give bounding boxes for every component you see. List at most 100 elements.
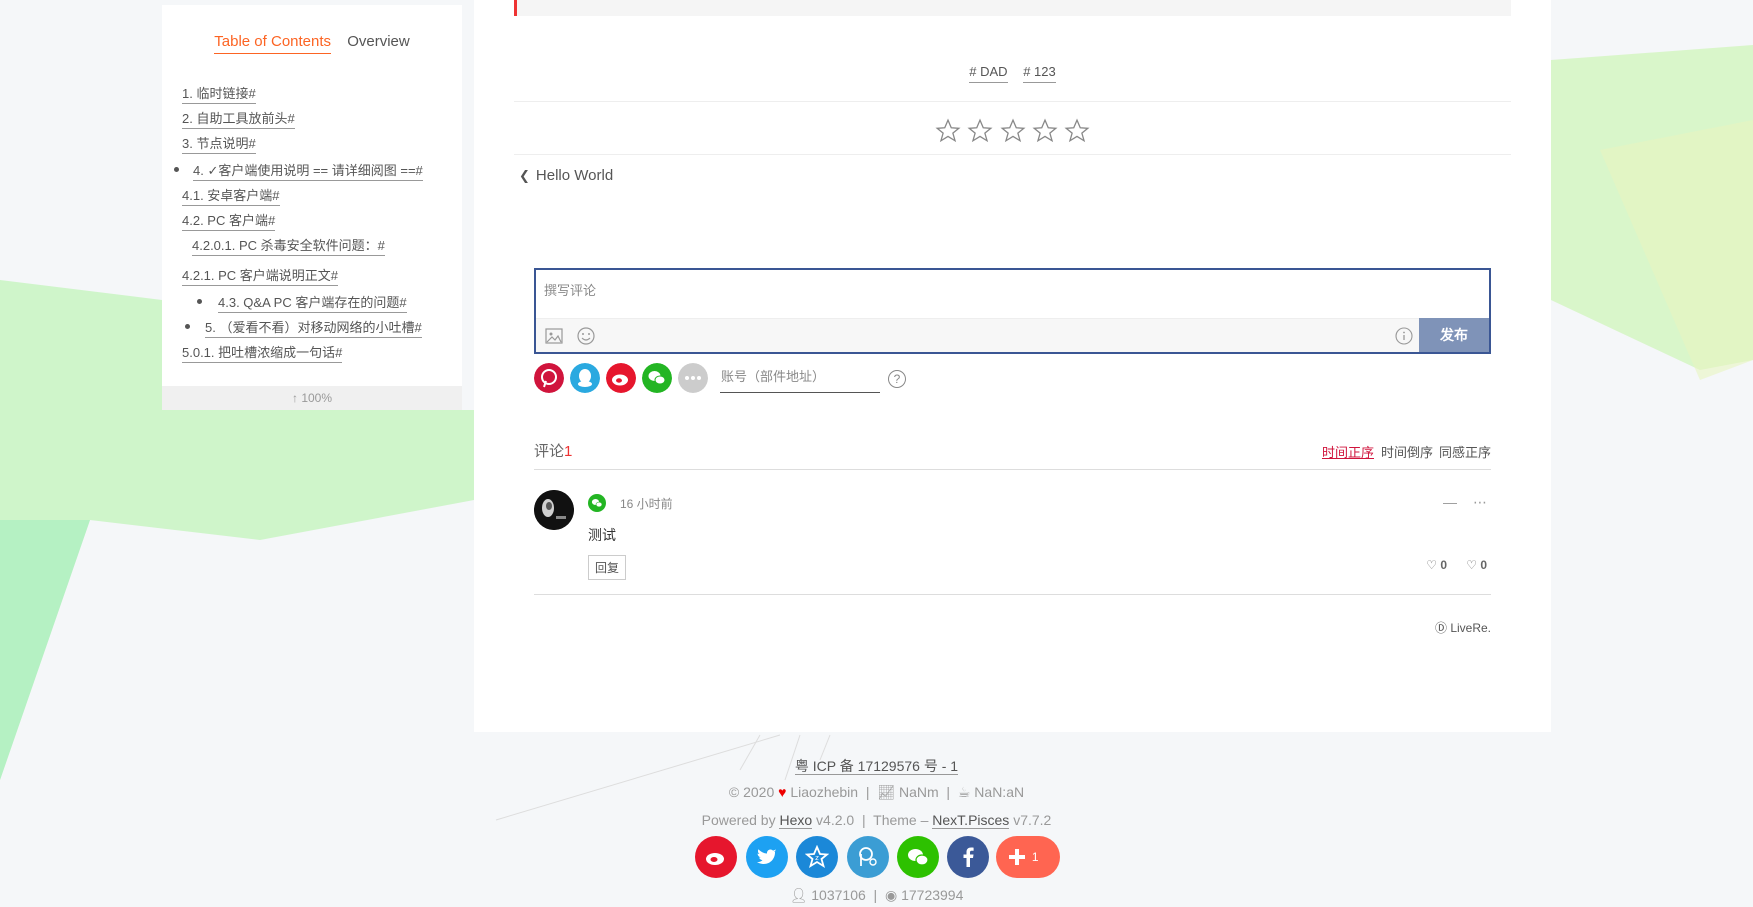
comment-input[interactable]: 撰写评论 [544, 280, 596, 299]
toc-item[interactable]: 3. 节点说明# [182, 133, 256, 154]
comment-item: 16 小时前 测试 回复 — ⋯ ♡ 0 ♡ 0 [534, 490, 1491, 595]
heart-icon: ♥ [778, 784, 787, 800]
toc-item[interactable]: 4.2.0.1. PC 杀毒安全软件问题：# [192, 235, 385, 256]
info-icon[interactable] [1395, 327, 1413, 345]
footer-stats: 👤︎ 1037106 | ◉ 17723994 [789, 887, 964, 903]
star-icon[interactable] [999, 118, 1026, 144]
livere-link[interactable]: Ⓓ LiveRe. [1435, 619, 1491, 636]
avatar[interactable] [534, 490, 574, 530]
toc-item[interactable]: 4.1. 安卓客户端# [182, 185, 280, 206]
comments-header: 评论1 时间正序 时间倒序 同感正序 [534, 440, 1491, 470]
account-input[interactable]: 账号（部件地址） [720, 367, 880, 393]
star-icon[interactable] [935, 118, 961, 144]
weibo-login-icon[interactable] [606, 363, 636, 393]
publish-button[interactable]: 发布 [1419, 318, 1489, 352]
bullet-icon [185, 324, 190, 329]
toc-item[interactable]: 5. （爱看不看）对移动网络的小吐槽# [205, 317, 422, 338]
tab-table-of-contents[interactable]: Table of Contents [214, 33, 332, 54]
footer-copyright: © 2020 ♥ Liaozhebin | 📈︎ NaNm | ☕︎ NaN:a… [728, 784, 1025, 800]
toc-item[interactable]: 1. 临时链接# [182, 83, 256, 104]
weibo-share-button[interactable] [695, 836, 738, 878]
tag-link[interactable]: # 123 [1023, 64, 1056, 83]
livere-icon: Ⓓ [1434, 621, 1447, 635]
copyright: © 2020 [728, 784, 775, 800]
twitter-share-button[interactable] [745, 836, 788, 878]
star-icon[interactable] [1064, 118, 1090, 144]
prev-post-link[interactable]: ❮ Hello World [519, 167, 613, 184]
qzone-icon: z [805, 845, 830, 868]
bullet-icon [197, 299, 202, 304]
sort-time-asc[interactable]: 时间正序 [1322, 442, 1374, 461]
twitter-icon [756, 849, 777, 864]
toc-item[interactable]: 4. ✓客户端使用说明 == 请详细阅图 ==# [193, 160, 423, 181]
wechat-login-icon[interactable] [642, 363, 672, 393]
hexo-link[interactable]: Hexo [779, 812, 813, 829]
author-name: Liaozhebin [790, 784, 859, 800]
toc-item[interactable]: 2. 自助工具放前头# [182, 108, 295, 129]
icp-link[interactable]: 粤 ICP 备 17129576 号 - 1 [794, 758, 959, 775]
divider [514, 154, 1511, 155]
comments-label: 评论 [534, 443, 565, 460]
post-bottom-bar [514, 0, 1511, 16]
wechat-share-button[interactable] [896, 836, 939, 878]
collapse-icon[interactable]: — [1443, 494, 1457, 510]
qzone-share-button[interactable]: z [796, 836, 839, 878]
comments-count: 1 [564, 443, 573, 460]
bullet-icon [174, 167, 179, 172]
star-icon[interactable] [967, 118, 993, 144]
theme-link[interactable]: NexT.Pisces [932, 812, 1010, 829]
heart-outline-icon: ♡ [1426, 558, 1437, 572]
like-button[interactable]: ♡ 0 [1426, 558, 1447, 572]
sort-likes[interactable]: 同感正序 [1439, 442, 1491, 461]
comment-editor: 撰写评论 发布 [534, 268, 1491, 354]
share-bar: z 1 [0, 836, 1753, 878]
help-icon[interactable]: ? [888, 370, 906, 388]
divider [514, 101, 1511, 102]
dislike-button[interactable]: ♡ 0 [1466, 558, 1487, 572]
toc-item[interactable]: 4.3. Q&A PC 客户端存在的问题# [218, 292, 407, 313]
chevron-left-icon: ❮ [519, 168, 530, 183]
editor-toolbar [536, 318, 1421, 352]
sort-time-desc[interactable]: 时间倒序 [1381, 442, 1433, 461]
emoji-icon[interactable] [576, 326, 596, 346]
post-main: # DAD # 123 ❮ Hello World 撰写评论 发布 账号（部件地址… [474, 0, 1551, 732]
theme-label: Theme – [873, 812, 929, 828]
tag-link[interactable]: # DAD [969, 64, 1008, 83]
tab-overview[interactable]: Overview [347, 33, 410, 53]
visitor-count: 1037106 [811, 887, 866, 903]
facebook-share-button[interactable] [947, 836, 990, 878]
star-icon[interactable] [1032, 118, 1058, 144]
word-count: NaNm [898, 784, 939, 800]
sidebar: Table of Contents Overview 1. 临时链接# 2. 自… [162, 5, 462, 410]
coffee-icon: ☕︎ [957, 784, 971, 800]
more-options-icon[interactable]: ⋯ [1473, 494, 1487, 511]
reply-button[interactable]: 回复 [588, 555, 627, 580]
arrow-up-icon: ↑ [291, 391, 298, 405]
more-share-button[interactable]: 1 [995, 836, 1060, 878]
theme-version: v7.7.2 [1013, 812, 1052, 828]
pinterest-login-icon[interactable] [534, 363, 564, 393]
back-to-top[interactable]: ↑ 100% [162, 386, 462, 410]
qq-login-icon[interactable] [570, 363, 600, 393]
tieba-icon [858, 847, 877, 866]
image-icon[interactable] [544, 326, 564, 346]
view-count: 17723994 [901, 887, 964, 903]
tieba-share-button[interactable] [846, 836, 889, 878]
sidebar-tabs: Table of Contents Overview [162, 33, 462, 54]
reading-time: NaN:aN [974, 784, 1025, 800]
share-count: 1 [1031, 850, 1039, 864]
read-progress: 100% [301, 391, 333, 405]
toc-item[interactable]: 4.2.1. PC 客户端说明正文# [182, 265, 339, 286]
post-tags: # DAD # 123 [474, 64, 1551, 83]
dislike-count: 0 [1480, 558, 1487, 572]
wechat-icon [588, 494, 606, 512]
star-rating [474, 118, 1551, 149]
comment-text: 测试 [588, 527, 616, 543]
toc-item[interactable]: 4.2. PC 客户端# [182, 210, 276, 231]
footer-icp: 粤 ICP 备 17129576 号 - 1 [0, 756, 1753, 776]
footer-powered: Powered by Hexo v4.2.0 | Theme – NexT.Pi… [701, 812, 1052, 829]
prev-post-title: Hello World [535, 167, 614, 184]
toc-item[interactable]: 5.0.1. 把吐槽浓缩成一句话# [182, 342, 343, 363]
more-login-icon[interactable] [678, 363, 708, 393]
svg-text:z: z [815, 854, 819, 862]
